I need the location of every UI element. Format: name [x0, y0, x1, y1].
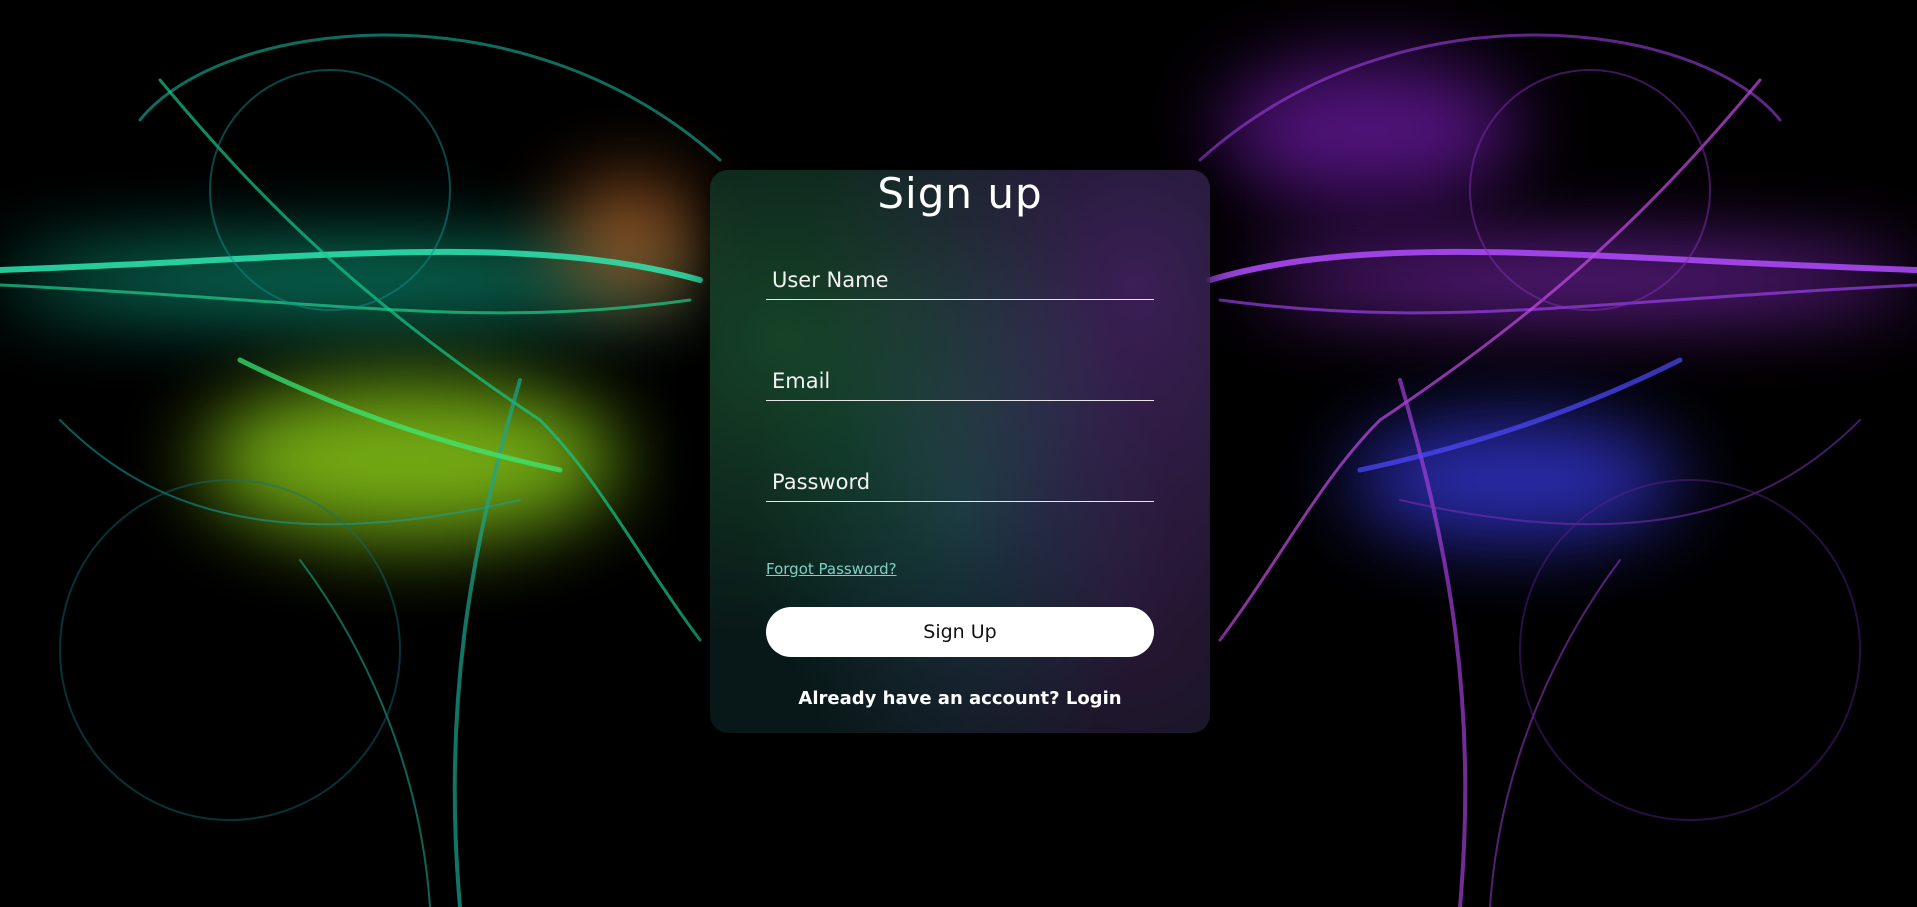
login-link[interactable]: Login	[1066, 688, 1122, 709]
password-input[interactable]	[766, 462, 1154, 501]
already-account-text: Already have an account?	[798, 688, 1060, 709]
password-field-wrapper	[766, 462, 1154, 502]
email-input[interactable]	[766, 361, 1154, 400]
login-prompt: Already have an account? Login	[710, 688, 1210, 709]
signup-card: Sign up Forgot Password? Sign Up Already…	[710, 170, 1210, 733]
forgot-password-link[interactable]: Forgot Password?	[766, 560, 897, 578]
sign-up-button[interactable]: Sign Up	[766, 607, 1154, 657]
username-field-wrapper	[766, 260, 1154, 300]
username-input[interactable]	[766, 260, 1154, 299]
email-field-wrapper	[766, 361, 1154, 401]
page-title: Sign up	[877, 169, 1043, 218]
